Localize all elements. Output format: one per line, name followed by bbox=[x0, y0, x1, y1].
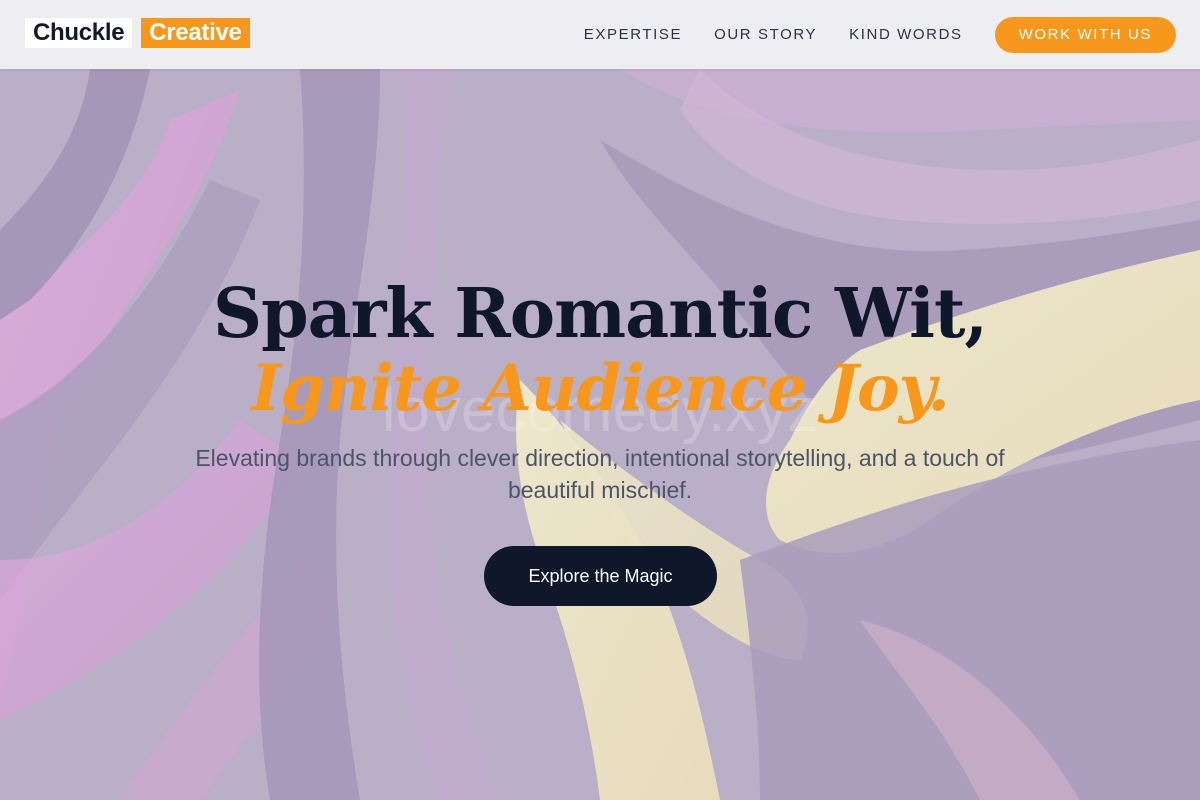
hero-title-line-2: Ignite Audience Joy. bbox=[251, 351, 950, 426]
brand-logo[interactable]: Chuckle Creative bbox=[25, 18, 250, 48]
hero-title-line-1: Spark Romantic Wit, bbox=[212, 274, 988, 354]
explore-the-magic-button[interactable]: Explore the Magic bbox=[484, 546, 717, 606]
hero-subtitle: Elevating brands through clever directio… bbox=[195, 445, 1005, 503]
top-navbar: Chuckle Creative EXPERTISE OUR STORY KIN… bbox=[0, 0, 1200, 69]
logo-primary-word: Chuckle bbox=[25, 18, 133, 48]
logo-accent-word: Creative bbox=[141, 18, 250, 48]
nav-link-kind-words[interactable]: KIND WORDS bbox=[849, 26, 963, 43]
nav-links: EXPERTISE OUR STORY KIND WORDS WORK WITH… bbox=[584, 0, 1176, 69]
nav-link-our-story[interactable]: OUR STORY bbox=[714, 26, 817, 43]
nav-link-expertise[interactable]: EXPERTISE bbox=[584, 26, 682, 43]
work-with-us-button[interactable]: WORK WITH US bbox=[994, 16, 1176, 53]
hero-title: Spark Romantic Wit, Ignite Audience Joy. bbox=[0, 274, 1200, 424]
